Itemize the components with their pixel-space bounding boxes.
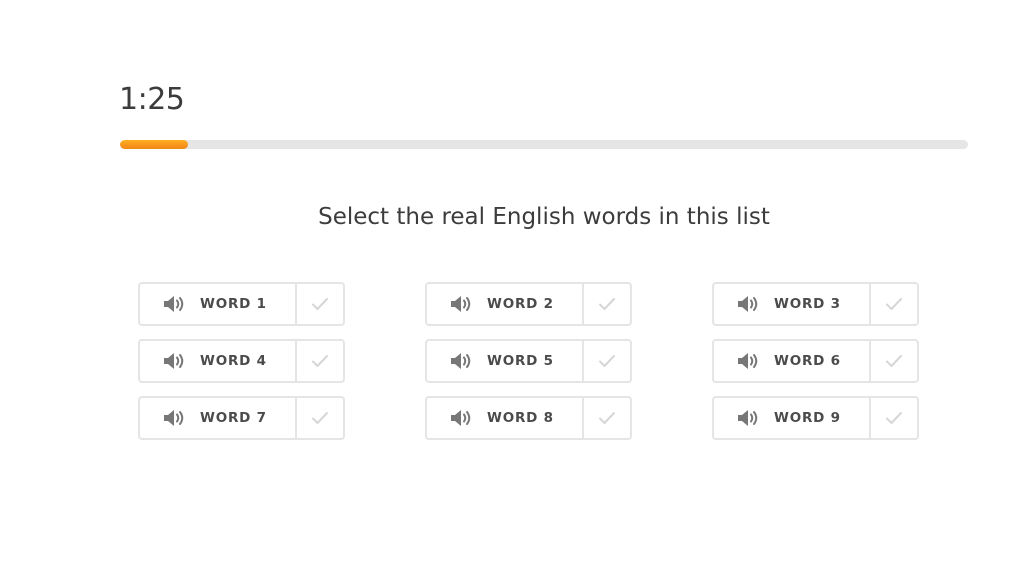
select-checkbox[interactable]: [871, 341, 917, 381]
word-play-area[interactable]: WORD 9: [714, 398, 871, 438]
word-grid: WORD 1 WORD 2 WORD 3 WORD 4 WORD 5 WORD …: [138, 282, 919, 440]
select-checkbox[interactable]: [584, 341, 630, 381]
word-play-area[interactable]: WORD 8: [427, 398, 584, 438]
word-label: WORD 5: [487, 353, 554, 369]
speaker-icon[interactable]: [449, 407, 475, 429]
instruction-text: Select the real English words in this li…: [318, 204, 770, 230]
word-option-9[interactable]: WORD 9: [712, 396, 919, 440]
select-checkbox[interactable]: [584, 398, 630, 438]
select-checkbox[interactable]: [297, 398, 343, 438]
word-label: WORD 4: [200, 353, 267, 369]
select-checkbox[interactable]: [584, 284, 630, 324]
check-icon: [599, 355, 615, 367]
speaker-icon[interactable]: [736, 407, 762, 429]
select-checkbox[interactable]: [871, 284, 917, 324]
word-play-area[interactable]: WORD 7: [140, 398, 297, 438]
word-label: WORD 3: [774, 296, 841, 312]
speaker-icon[interactable]: [736, 350, 762, 372]
progress-bar: [120, 140, 968, 149]
progress-bar-fill: [120, 140, 188, 149]
word-play-area[interactable]: WORD 3: [714, 284, 871, 324]
word-option-6[interactable]: WORD 6: [712, 339, 919, 383]
word-option-1[interactable]: WORD 1: [138, 282, 345, 326]
select-checkbox[interactable]: [297, 284, 343, 324]
word-label: WORD 6: [774, 353, 841, 369]
check-icon: [312, 355, 328, 367]
word-option-8[interactable]: WORD 8: [425, 396, 632, 440]
select-checkbox[interactable]: [297, 341, 343, 381]
speaker-icon[interactable]: [162, 293, 188, 315]
word-label: WORD 7: [200, 410, 267, 426]
speaker-icon[interactable]: [736, 293, 762, 315]
word-play-area[interactable]: WORD 6: [714, 341, 871, 381]
word-label: WORD 1: [200, 296, 267, 312]
select-checkbox[interactable]: [871, 398, 917, 438]
word-option-2[interactable]: WORD 2: [425, 282, 632, 326]
word-option-4[interactable]: WORD 4: [138, 339, 345, 383]
word-option-7[interactable]: WORD 7: [138, 396, 345, 440]
word-option-3[interactable]: WORD 3: [712, 282, 919, 326]
check-icon: [312, 298, 328, 310]
check-icon: [886, 412, 902, 424]
check-icon: [599, 412, 615, 424]
speaker-icon[interactable]: [162, 350, 188, 372]
check-icon: [599, 298, 615, 310]
check-icon: [312, 412, 328, 424]
word-label: WORD 2: [487, 296, 554, 312]
word-play-area[interactable]: WORD 2: [427, 284, 584, 324]
word-label: WORD 9: [774, 410, 841, 426]
word-play-area[interactable]: WORD 1: [140, 284, 297, 324]
check-icon: [886, 298, 902, 310]
word-play-area[interactable]: WORD 4: [140, 341, 297, 381]
countdown-timer: 1:25: [119, 82, 185, 117]
check-icon: [886, 355, 902, 367]
speaker-icon[interactable]: [449, 350, 475, 372]
word-option-5[interactable]: WORD 5: [425, 339, 632, 383]
speaker-icon[interactable]: [449, 293, 475, 315]
speaker-icon[interactable]: [162, 407, 188, 429]
word-play-area[interactable]: WORD 5: [427, 341, 584, 381]
word-label: WORD 8: [487, 410, 554, 426]
